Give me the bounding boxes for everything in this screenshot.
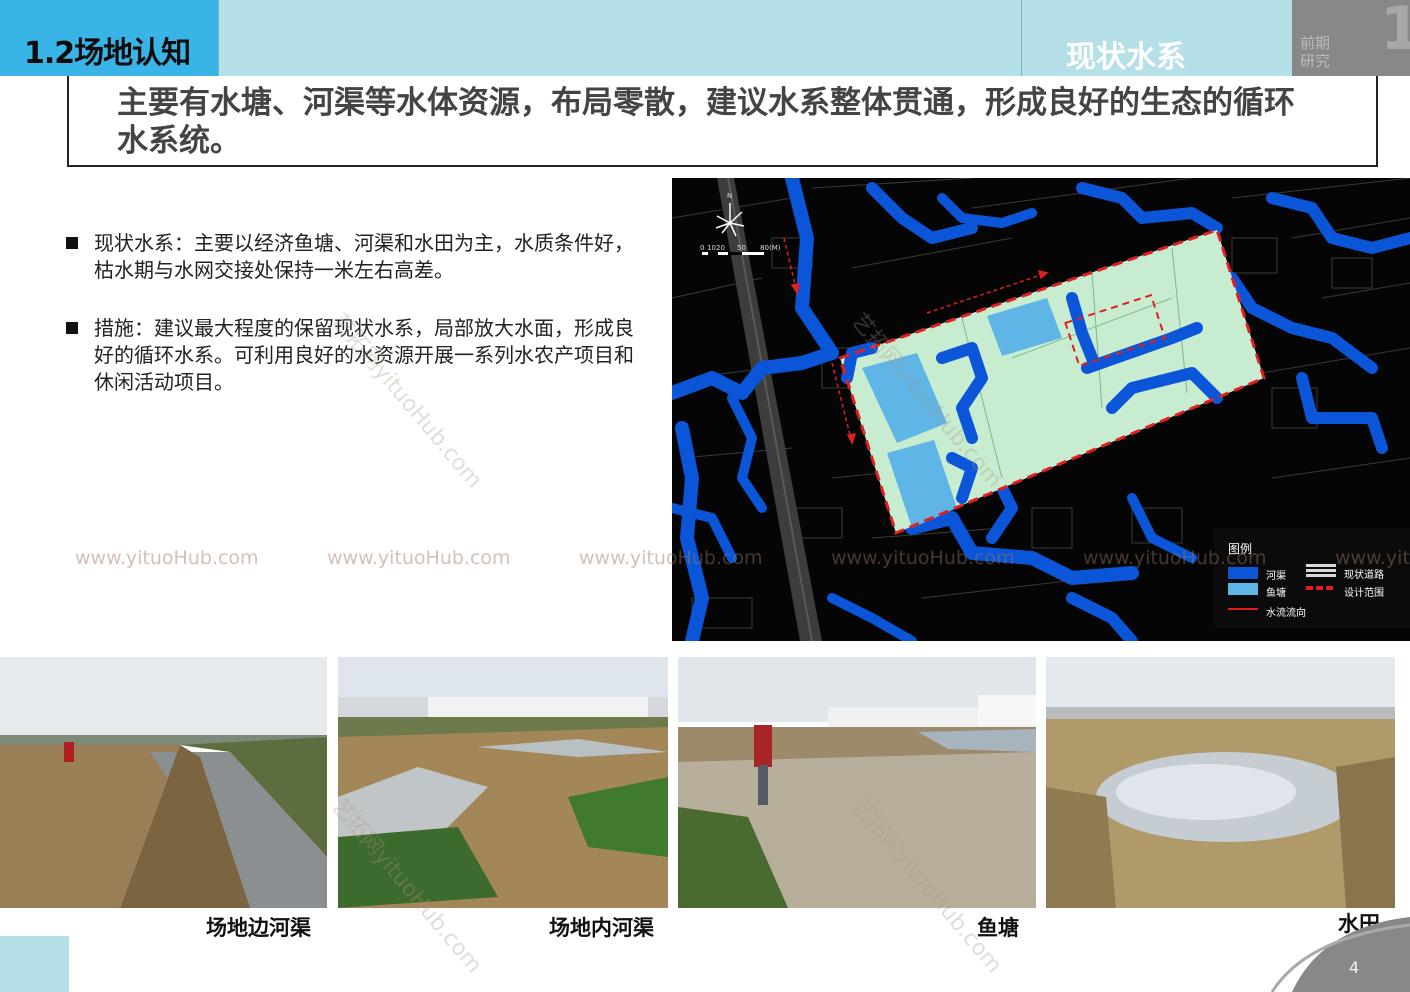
bullet-current-water: 现状水系：主要以经济鱼塘、河渠和水田为主，水质条件好，枯水期与水网交接处保持一米… (66, 230, 646, 284)
side-tag-number: 1 (1380, 0, 1410, 64)
side-tag-line-1: 前期 (1300, 34, 1331, 52)
north-label: N (727, 192, 733, 200)
scale-label-0: 0 (700, 244, 705, 252)
caption-site-inner-canal: 场地内河渠 (549, 916, 654, 940)
section-title: 1.2场地认知 (24, 36, 191, 71)
scale-label-50: 50 (737, 244, 746, 252)
watermark-6: www.yitu (1335, 547, 1410, 569)
photo-canal-image (0, 657, 327, 908)
header-band (218, 0, 1022, 76)
photo-paddy-field (1046, 657, 1395, 908)
footer-corner-shape (1270, 917, 1410, 992)
topic-header: 现状水系 (1022, 0, 1292, 76)
legend-swatch-pond (1228, 583, 1258, 595)
watermark-3: www.yituoHub.com (579, 547, 763, 569)
watermark-1: www.yituoHub.com (75, 547, 259, 569)
photo-fish-pond (678, 657, 1036, 908)
map-legend: 图例 河渠 鱼塘 现状道路 设计范围 水流流向 (1214, 528, 1410, 628)
page-number: 4 (1349, 958, 1360, 977)
scale-label-10: 10 (707, 244, 716, 252)
photo-site-edge-canal (0, 657, 327, 908)
bullet-text: 现状水系：主要以经济鱼塘、河渠和水田为主，水质条件好，枯水期与水网交接处保持一米… (94, 231, 634, 282)
legend-swatch-flow (1228, 608, 1258, 610)
caption-site-edge-canal: 场地边河渠 (206, 916, 311, 940)
photo-paddy-image (1046, 657, 1395, 908)
legend-label-pond: 鱼塘 (1266, 588, 1286, 599)
summary-box: 主要有水塘、河渠等水体资源，布局零散，建议水系整体贯通，形成良好的生态的循环水系… (67, 76, 1378, 167)
side-tag: 前期 研究 1 (1292, 0, 1410, 76)
side-tag-line-2: 研究 (1300, 52, 1331, 70)
watermark-2: www.yituoHub.com (327, 547, 511, 569)
topic-title: 现状水系 (1066, 40, 1186, 75)
bullet-square-icon (66, 237, 78, 249)
scale-label-80: 80 (760, 244, 769, 252)
bullet-square-icon (66, 322, 78, 334)
scale-label-unit: (M) (769, 244, 781, 252)
scale-label-20: 20 (716, 244, 725, 252)
summary-text: 主要有水塘、河渠等水体资源，布局零散，建议水系整体贯通，形成良好的生态的循环水系… (117, 85, 1295, 159)
side-tag-label: 前期 研究 (1300, 34, 1330, 70)
watermark-5: www.yituoHub.com (1083, 547, 1267, 569)
water-system-map: N 0 10 20 50 80 (M) 图例 河渠 鱼塘 现状道路 设计范围 水… (672, 178, 1410, 641)
legend-swatch-road (1306, 564, 1336, 578)
legend-label-boundary: 设计范围 (1344, 588, 1384, 599)
section-header: 1.2场地认知 (0, 0, 218, 76)
legend-swatch-boundary (1306, 586, 1336, 590)
footer-block (0, 936, 69, 992)
watermark-4: www.yituoHub.com (831, 547, 1015, 569)
photo-pond-image (678, 657, 1036, 908)
legend-label-canal: 河渠 (1266, 571, 1286, 582)
legend-label-flow: 水流流向 (1266, 608, 1306, 619)
